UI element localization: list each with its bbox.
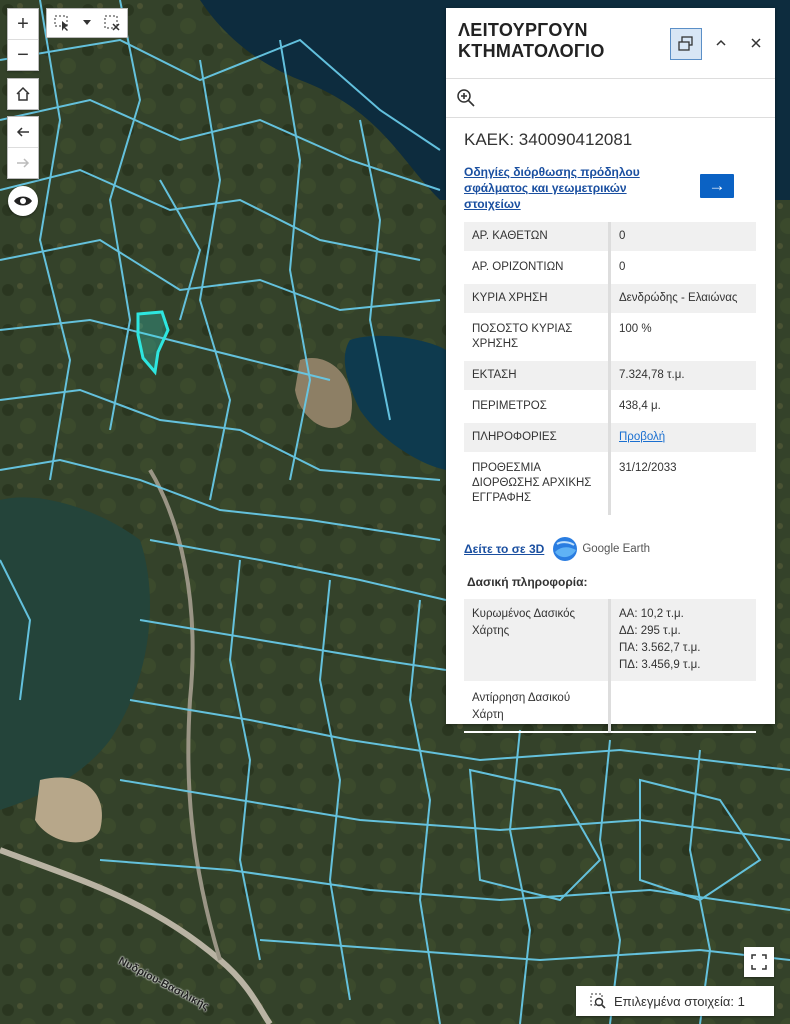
attr-key: ΑΡ. ΚΑΘΕΤΩΝ bbox=[464, 222, 611, 253]
select-pointer-icon[interactable] bbox=[53, 14, 71, 32]
previous-extent-button[interactable] bbox=[8, 117, 38, 147]
attr-value: 100 % bbox=[609, 314, 756, 361]
forest-value-line: ΑΑ: 10,2 τ.μ. bbox=[619, 608, 684, 620]
correction-guide-link[interactable]: Οδηγίες διόρθωσης πρόδηλου σφάλματος και… bbox=[464, 164, 654, 212]
visibility-toggle-button[interactable] bbox=[8, 186, 38, 216]
attr-key: ΠΡΟΘΕΣΜΙΑ ΔΙΟΡΘΩΣΗΣ ΑΡΧΙΚΗΣ ΕΓΓΡΑΦΗΣ bbox=[464, 453, 611, 515]
eye-icon bbox=[14, 196, 32, 206]
zoom-out-button[interactable]: − bbox=[8, 39, 38, 70]
selected-features-label: Επιλεγμένα στοιχεία: 1 bbox=[614, 993, 745, 1009]
home-button[interactable] bbox=[8, 79, 38, 109]
table-row: ΠΡΟΘΕΣΜΙΑ ΔΙΟΡΘΩΣΗΣ ΑΡΧΙΚΗΣ ΕΓΓΡΑΦΗΣ 31/1… bbox=[464, 453, 756, 515]
arrow-right-icon: → bbox=[708, 176, 726, 195]
forest-info-title: Δασική πληροφορία: bbox=[467, 575, 588, 589]
attr-key: ΠΕΡΙΜΕΤΡΟΣ bbox=[464, 391, 611, 423]
chevron-down-icon[interactable] bbox=[82, 19, 92, 27]
zoom-in-button[interactable]: + bbox=[8, 9, 38, 39]
attr-key: ΕΚΤΑΣΗ bbox=[464, 360, 611, 392]
selection-toolbar bbox=[46, 8, 128, 38]
chevron-up-icon bbox=[716, 39, 726, 46]
table-row: Κυρωμένος Δασικός Χάρτης ΑΑ: 10,2 τ.μ. Δ… bbox=[464, 599, 756, 683]
view-3d-link[interactable]: Δείτε το σε 3D bbox=[464, 542, 544, 556]
history-controls bbox=[7, 116, 39, 179]
dock-button[interactable] bbox=[670, 28, 702, 60]
attributes-table: ΑΡ. ΚΑΘΕΤΩΝ 0 ΑΡ. ΟΡΙΖΟΝΤΙΩΝ 0 ΚΥΡΙΑ ΧΡΗΣΗ… bbox=[464, 222, 756, 515]
info-view-link[interactable]: Προβολή bbox=[619, 431, 665, 443]
forest-table: Κυρωμένος Δασικός Χάρτης ΑΑ: 10,2 τ.μ. Δ… bbox=[464, 599, 756, 733]
table-row: ΕΚΤΑΣΗ 7.324,78 τ.μ. bbox=[464, 360, 756, 392]
attr-key: ΚΥΡΙΑ ΧΡΗΣΗ bbox=[464, 283, 611, 315]
google-earth-label: Google Earth bbox=[582, 543, 651, 555]
attr-key: ΑΡ. ΟΡΙΖΟΝΤΙΩΝ bbox=[464, 252, 611, 284]
close-icon bbox=[751, 38, 761, 48]
open-guide-button[interactable]: → bbox=[700, 174, 734, 198]
table-row: ΑΡ. ΟΡΙΖΟΝΤΙΩΝ 0 bbox=[464, 252, 756, 284]
collapse-button[interactable] bbox=[706, 28, 736, 58]
popup-actions bbox=[446, 79, 775, 118]
table-row: ΚΥΡΙΑ ΧΡΗΣΗ Δενδρώδης - Ελαιώνας bbox=[464, 283, 756, 315]
attr-value: 0 bbox=[609, 222, 756, 253]
arrow-right-icon bbox=[17, 158, 30, 168]
forest-key: Αντίρρηση Δασικού Χάρτη bbox=[464, 682, 611, 733]
dock-icon bbox=[678, 36, 693, 51]
forest-value-line: ΠΔ: 3.456,9 τ.μ. bbox=[619, 659, 701, 671]
google-earth-row: Δείτε το σε 3D Google Earth bbox=[464, 533, 757, 565]
attr-value: 7.324,78 τ.μ. bbox=[609, 360, 756, 392]
zoom-controls: + − bbox=[7, 8, 39, 71]
close-button[interactable] bbox=[741, 28, 771, 58]
feature-popup: ΛΕΙΤΟΥΡΓΟΥΝ ΚΤΗΜΑΤΟΛΟΓΙΟ ΚΑΕΚ: 340090412… bbox=[446, 8, 775, 733]
attr-value: 31/12/2033 bbox=[609, 453, 756, 515]
forest-value: ΑΑ: 10,2 τ.μ. ΔΔ: 295 τ.μ. ΠΑ: 3.562,7 τ… bbox=[609, 599, 756, 683]
attr-key: ΠΛΗΡΟΦΟΡΙΕΣ bbox=[464, 422, 611, 454]
table-row: Αντίρρηση Δασικού Χάρτη bbox=[464, 682, 756, 733]
fullscreen-button[interactable] bbox=[744, 947, 774, 977]
table-row: ΠΛΗΡΟΦΟΡΙΕΣ Προβολή bbox=[464, 422, 756, 454]
google-earth-icon bbox=[553, 537, 578, 561]
attr-key: ΠΟΣΟΣΤΟ ΚΥΡΙΑΣ ΧΡΗΣΗΣ bbox=[464, 314, 611, 361]
attr-value: 438,4 μ. bbox=[609, 391, 756, 423]
google-earth-logo[interactable]: Google Earth bbox=[552, 536, 650, 562]
home-icon bbox=[16, 86, 30, 101]
selected-features-icon bbox=[590, 993, 606, 1009]
table-row: ΠΕΡΙΜΕΤΡΟΣ 438,4 μ. bbox=[464, 391, 756, 423]
popup-header: ΛΕΙΤΟΥΡΓΟΥΝ ΚΤΗΜΑΤΟΛΟΓΙΟ bbox=[446, 8, 775, 79]
table-row: ΠΟΣΟΣΤΟ ΚΥΡΙΑΣ ΧΡΗΣΗΣ 100 % bbox=[464, 314, 756, 361]
attr-value: Δενδρώδης - Ελαιώνας bbox=[609, 283, 756, 315]
clear-selection-icon[interactable] bbox=[103, 14, 121, 32]
forest-value-line: ΠΑ: 3.562,7 τ.μ. bbox=[619, 642, 701, 654]
parcel-code: ΚΑΕΚ: 340090412081 bbox=[464, 130, 633, 149]
arrow-left-icon bbox=[16, 127, 29, 137]
popup-title: ΛΕΙΤΟΥΡΓΟΥΝ ΚΤΗΜΑΤΟΛΟΓΙΟ bbox=[458, 20, 605, 61]
fullscreen-icon bbox=[751, 954, 767, 970]
selected-features-bar[interactable]: Επιλεγμένα στοιχεία: 1 bbox=[576, 986, 774, 1016]
attr-value: 0 bbox=[609, 252, 756, 284]
table-row: ΑΡ. ΚΑΘΕΤΩΝ 0 bbox=[464, 222, 756, 253]
home-control bbox=[7, 78, 39, 110]
next-extent-button[interactable] bbox=[8, 147, 38, 178]
zoom-to-icon[interactable] bbox=[456, 88, 476, 108]
forest-value-line: ΔΔ: 295 τ.μ. bbox=[619, 625, 681, 637]
forest-key: Κυρωμένος Δασικός Χάρτης bbox=[464, 599, 611, 683]
forest-value bbox=[609, 682, 756, 733]
